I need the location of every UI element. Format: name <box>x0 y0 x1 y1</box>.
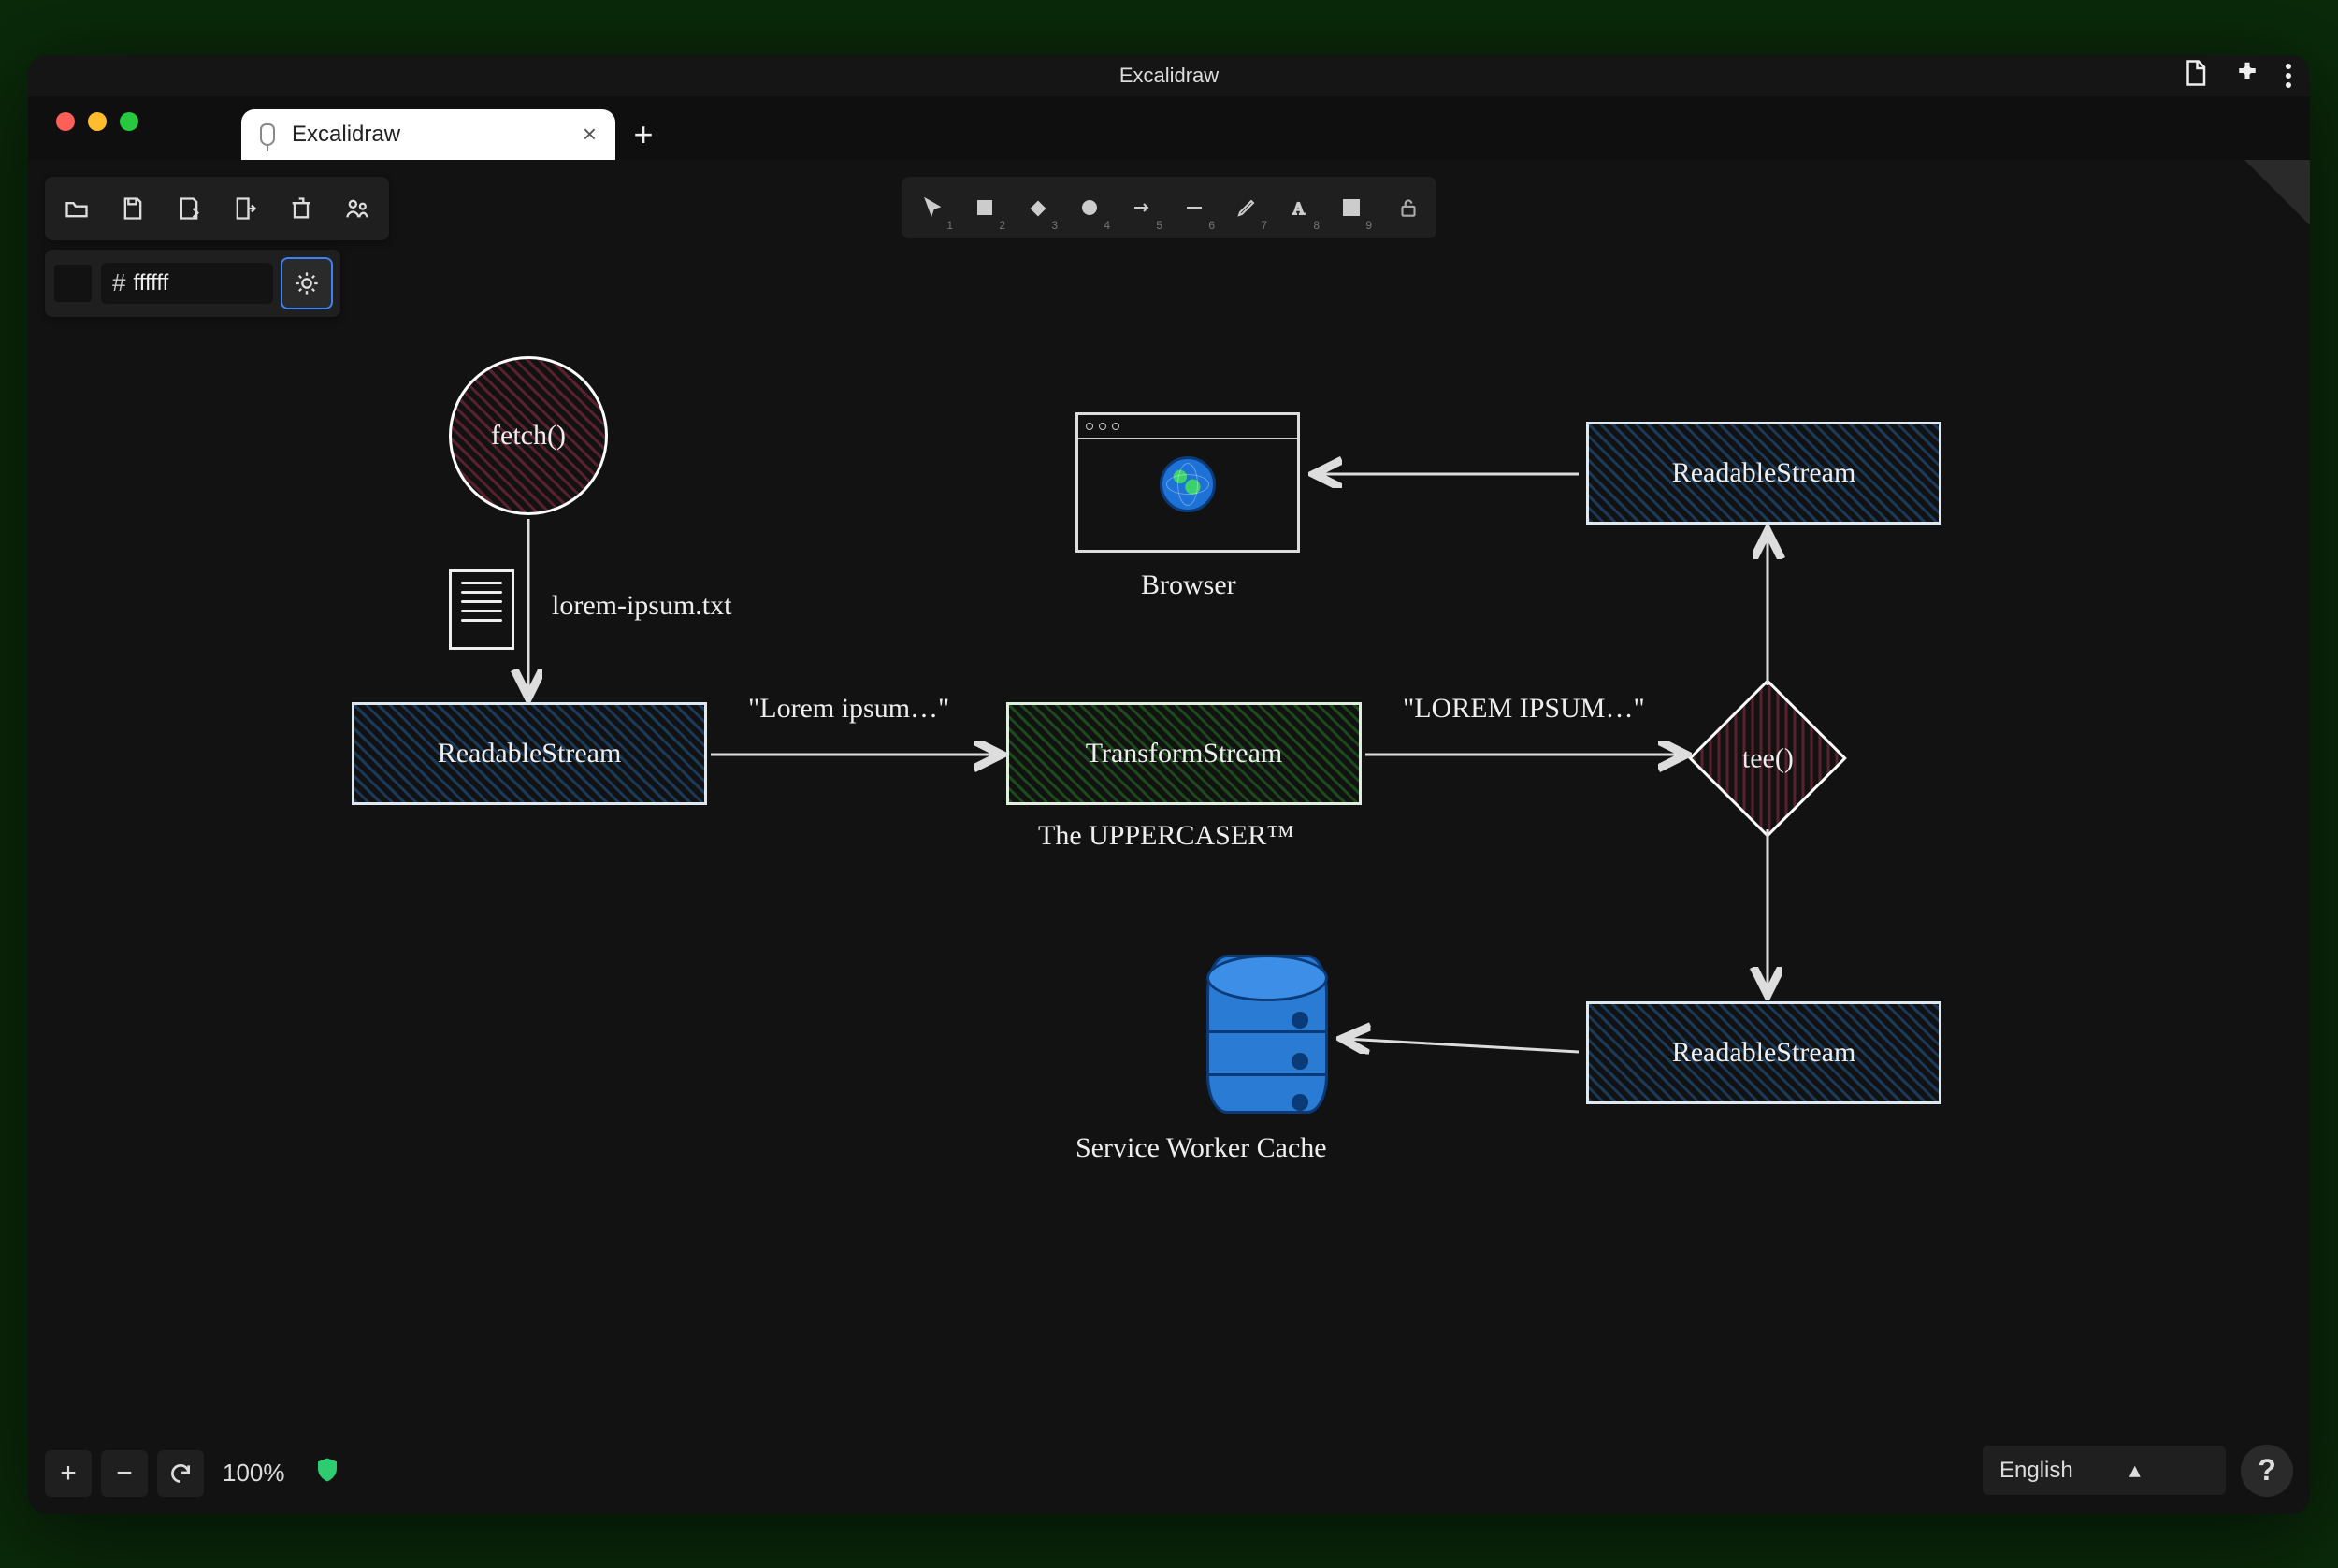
tab-title: Excalidraw <box>292 122 400 148</box>
excalidraw-app: # 1 2 3 4 5 6 7 A8 9 + − 100% <box>28 160 2310 1514</box>
node-fetch[interactable]: fetch() <box>449 356 608 515</box>
node-readable-2[interactable]: ReadableStream <box>1586 422 1941 525</box>
app-window: Excalidraw Excalidraw × + <box>28 55 2310 1514</box>
node-readable-3[interactable]: ReadableStream <box>1586 1001 1941 1104</box>
mic-icon <box>260 123 275 146</box>
filename-label: lorem-ipsum.txt <box>552 590 731 622</box>
close-window-icon[interactable] <box>56 112 75 131</box>
new-tab-button[interactable]: + <box>615 109 671 160</box>
globe-icon <box>1160 456 1216 512</box>
browser-window-icon[interactable] <box>1075 412 1300 553</box>
window-title: Excalidraw <box>1119 64 1219 88</box>
drawing-canvas[interactable]: fetch() lorem-ipsum.txt ReadableStream "… <box>28 160 2310 1514</box>
traffic-lights[interactable] <box>56 112 138 131</box>
label-cache: Service Worker Cache <box>1075 1132 1327 1164</box>
extensions-icon[interactable] <box>2233 59 2261 93</box>
label-lorem-upper: "LOREM IPSUM…" <box>1403 693 1645 725</box>
tab-close-icon[interactable]: × <box>583 120 597 149</box>
titlebar: Excalidraw <box>28 55 2310 96</box>
node-tee[interactable]: tee() <box>1688 679 1847 838</box>
node-transform[interactable]: TransformStream <box>1006 702 1362 805</box>
minimize-window-icon[interactable] <box>88 112 107 131</box>
node-readable-1[interactable]: ReadableStream <box>352 702 707 805</box>
menu-dots-icon[interactable] <box>2286 64 2291 88</box>
label-browser: Browser <box>1141 569 1236 601</box>
tab-strip: Excalidraw × + <box>28 96 2310 160</box>
browser-tab[interactable]: Excalidraw × <box>241 109 615 160</box>
file-icon[interactable] <box>449 569 514 650</box>
label-uppercaser: The UPPERCASER™ <box>1038 820 1294 852</box>
database-icon[interactable] <box>1206 955 1328 1114</box>
maximize-window-icon[interactable] <box>120 112 138 131</box>
label-lorem-lower: "Lorem ipsum…" <box>748 693 949 725</box>
page-icon[interactable] <box>2181 59 2209 93</box>
